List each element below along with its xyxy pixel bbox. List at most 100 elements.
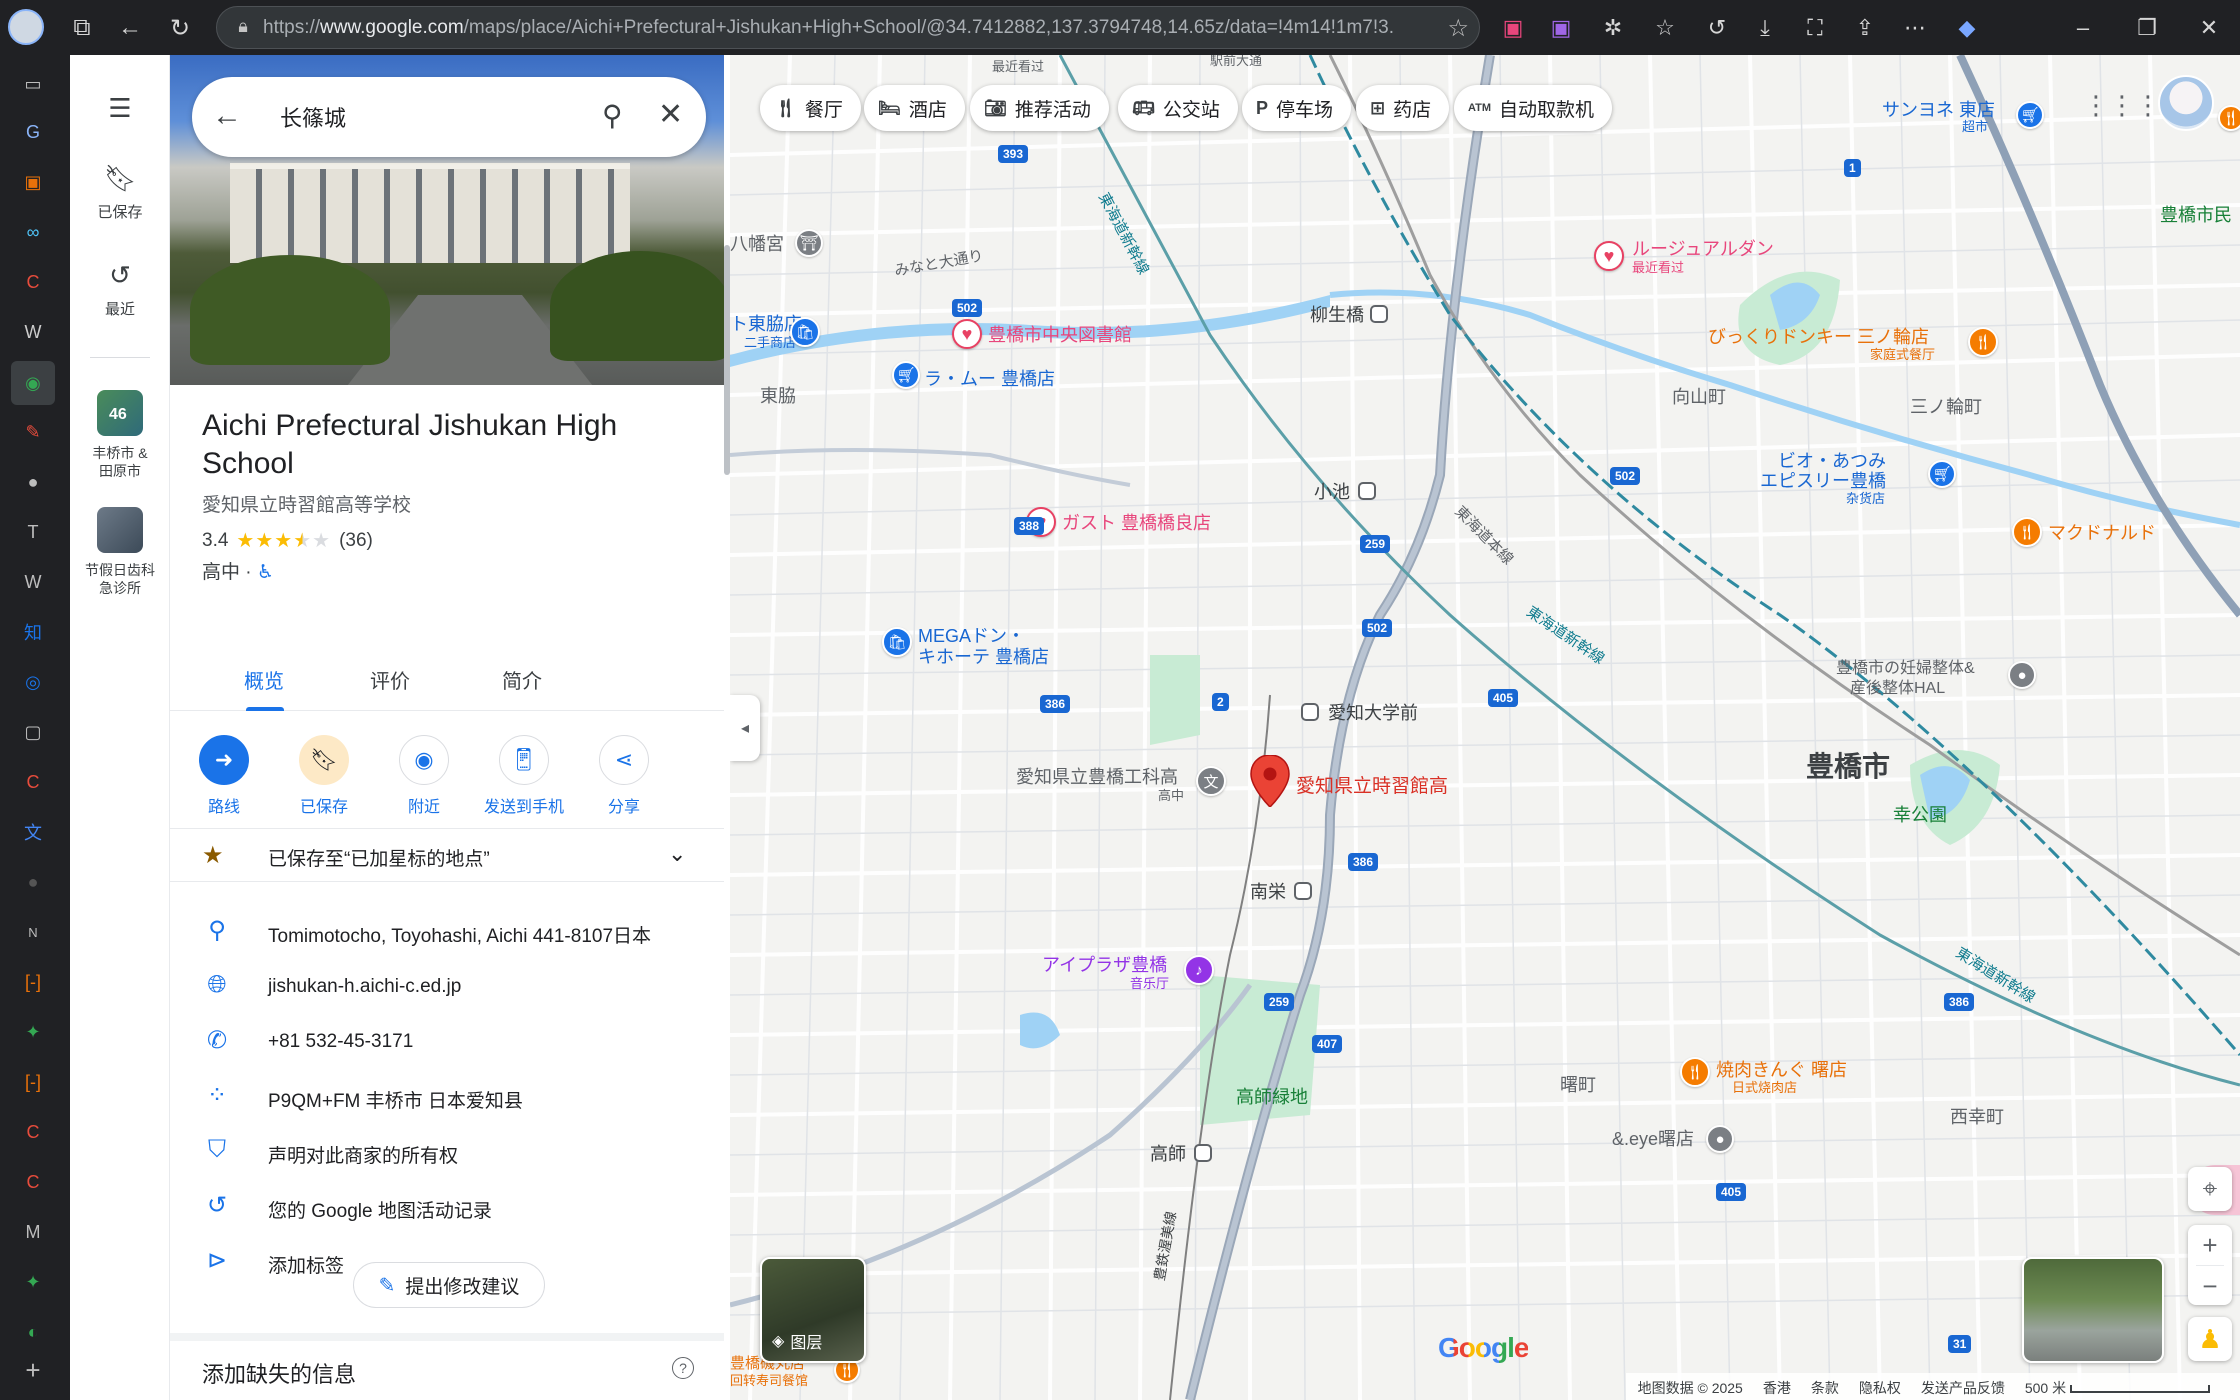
back-icon[interactable]: ←: [110, 8, 150, 48]
tab-favicon[interactable]: W: [18, 567, 48, 597]
selected-place-pin-icon[interactable]: [1250, 755, 1290, 807]
chip-restaurants[interactable]: 🍴︎ 餐厅: [760, 85, 861, 131]
translate-extension-icon[interactable]: ▣: [1494, 9, 1532, 47]
maximize-icon[interactable]: ❐: [2122, 8, 2172, 48]
privacy-link[interactable]: 隐私权: [1859, 1378, 1901, 1400]
saved-list-row[interactable]: ★ 已保存至“已加星标的地点” ⌄: [170, 828, 724, 882]
train-station-icon[interactable]: [1370, 305, 1388, 323]
shrine-icon[interactable]: ⛩︎: [795, 229, 823, 257]
train-station-icon[interactable]: [1358, 482, 1376, 500]
terms-link[interactable]: 条款: [1811, 1378, 1839, 1400]
chip-pharmacy[interactable]: ⊞ 药店: [1356, 85, 1450, 131]
address-bar[interactable]: 🔒︎ https://www.google.com/maps/place/Aic…: [216, 6, 1480, 49]
tab-favicon[interactable]: W: [18, 317, 48, 347]
restaurant-edge-icon[interactable]: 🍴︎: [2218, 105, 2240, 131]
recent-place-toyohashi[interactable]: 46 丰桥市 & 田原市: [70, 390, 170, 480]
close-window-icon[interactable]: ✕: [2184, 8, 2234, 48]
tab-favicon[interactable]: ◐: [18, 1317, 48, 1347]
map-label-mega-line1[interactable]: MEGAドン・: [918, 625, 1025, 647]
search-input[interactable]: [280, 101, 530, 133]
help-icon[interactable]: ?: [672, 1357, 694, 1379]
history-icon[interactable]: ↺: [1698, 9, 1736, 47]
restaurant-icon[interactable]: 🍴︎: [1680, 1057, 1710, 1087]
map-canvas[interactable]: ◂ 🍴︎ 餐厅 🛏︎ 酒店 📷︎ 推荐活动 🚌︎ 公交站 P 停车场 ⊞ 药店 ATM 自动取…: [730, 55, 2240, 1400]
map-label-city-hall[interactable]: 豊橋市民: [2160, 204, 2232, 226]
copilot-icon[interactable]: ◆: [1948, 9, 1986, 47]
search-icon[interactable]: ⚲: [602, 99, 623, 132]
claim-business-row[interactable]: ⛉ 声明对此商家的所有权: [170, 1124, 724, 1179]
map-label-mcd[interactable]: マクドナルド: [2048, 522, 2156, 544]
tab-favicon[interactable]: N: [18, 917, 48, 947]
tab-favicon-google[interactable]: G: [18, 117, 48, 147]
tab-overview[interactable]: 概览: [204, 665, 324, 694]
account-avatar[interactable]: [2158, 75, 2214, 131]
tab-favicon[interactable]: ●: [18, 467, 48, 497]
map-label-eye[interactable]: &.eye曙店: [1612, 1128, 1694, 1150]
collapse-panel-button[interactable]: ◂: [730, 695, 760, 761]
chip-hotels[interactable]: 🛏︎ 酒店: [864, 85, 965, 131]
refresh-icon[interactable]: ↻: [160, 8, 200, 48]
map-label-hachimangu[interactable]: 八幡宮: [730, 233, 784, 255]
train-station-icon[interactable]: [1194, 1144, 1212, 1162]
chip-atm[interactable]: ATM 自动取款机: [1454, 85, 1613, 131]
tab-favicon[interactable]: C: [18, 1167, 48, 1197]
map-label-bio-line1[interactable]: ビオ・あつみ: [1778, 450, 1886, 472]
website-row[interactable]: 🌐︎ jishukan-h.aichi-c.ed.jp: [170, 959, 724, 1014]
map-label-gusto[interactable]: ガスト 豊橋橋良店: [1062, 512, 1211, 534]
bookmark-star-icon[interactable]: ☆: [1447, 14, 1469, 43]
health-icon[interactable]: ●: [2008, 661, 2036, 689]
suggest-edit-button[interactable]: ✎ 提出修改建议: [353, 1262, 545, 1308]
train-station-icon[interactable]: [1294, 882, 1312, 900]
tab-favicon[interactable]: T: [18, 517, 48, 547]
shopping-cart-icon[interactable]: 🛒︎: [892, 361, 920, 389]
back-arrow-icon[interactable]: ←: [212, 99, 242, 133]
url-text[interactable]: https://www.google.com/maps/place/Aichi+…: [263, 17, 1393, 41]
site-info-icon[interactable]: 🔒︎: [231, 16, 255, 40]
extensions-icon[interactable]: ✲: [1594, 9, 1632, 47]
school-icon[interactable]: 文: [1196, 766, 1226, 796]
saved-button[interactable]: 🔖︎ 已保存: [70, 163, 170, 222]
pegman-icon[interactable]: ♟: [2188, 1317, 2232, 1361]
map-label-library[interactable]: 豊橋市中央図書館: [988, 324, 1132, 346]
chip-things-to-do[interactable]: 📷︎ 推荐活动: [970, 85, 1109, 131]
map-label-sanyone[interactable]: サンヨネ 東店: [1882, 99, 1995, 121]
close-icon[interactable]: ✕: [658, 97, 683, 132]
map-label-yanagiuhashi[interactable]: 柳生橋: [1310, 304, 1364, 326]
restaurant-icon[interactable]: 🍴︎: [1968, 327, 1998, 357]
onenote-extension-icon[interactable]: ▣: [1542, 9, 1580, 47]
map-label-aichidaigaku[interactable]: 愛知大学前: [1328, 702, 1418, 724]
tab-favicon[interactable]: ✎: [18, 417, 48, 447]
map-label-koike[interactable]: 小池: [1314, 481, 1350, 503]
zoom-out-button[interactable]: −: [2188, 1266, 2232, 1306]
my-location-button[interactable]: ⌖: [2188, 1167, 2232, 1211]
tab-favicon[interactable]: ▣: [18, 167, 48, 197]
music-venue-icon[interactable]: ♪: [1184, 955, 1214, 985]
map-label[interactable]: 最近看过: [992, 59, 1044, 75]
map-label-lamu[interactable]: ラ・ムー 豊橋店: [924, 368, 1055, 390]
new-tab-icon[interactable]: +: [18, 1355, 48, 1385]
tab-favicon[interactable]: ✦: [18, 1017, 48, 1047]
maps-activity-row[interactable]: ↺ 您的 Google 地图活动记录: [170, 1179, 724, 1234]
tab-favicon[interactable]: [-]: [18, 1067, 48, 1097]
map-label[interactable]: 駅前大通: [1210, 55, 1262, 69]
street-view-preview[interactable]: [2022, 1257, 2164, 1363]
google-apps-icon[interactable]: ⋮⋮⋮: [2083, 85, 2161, 125]
chip-parking[interactable]: P 停车场: [1242, 85, 1352, 131]
layers-button[interactable]: ◈ 图层: [760, 1257, 866, 1363]
map-label-saiwai-park[interactable]: 幸公園: [1893, 804, 1947, 826]
map-label-takashi[interactable]: 高師: [1150, 1143, 1186, 1165]
restaurant-icon[interactable]: 🍴︎: [2012, 517, 2042, 547]
address-row[interactable]: ⚲ Tomimotocho, Toyohashi, Aichi 441-8107…: [170, 904, 724, 959]
zoom-in-button[interactable]: +: [2188, 1225, 2232, 1265]
map-label-minamisakae[interactable]: 南栄: [1250, 881, 1286, 903]
menu-button[interactable]: ☰: [70, 93, 170, 131]
tab-favicon[interactable]: C: [18, 1117, 48, 1147]
saved-heart-icon[interactable]: ♥: [1594, 241, 1624, 271]
map-label-hal-line1[interactable]: 豊橋市の妊婦整体&: [1836, 658, 1975, 680]
chevron-down-icon[interactable]: ⌄: [668, 841, 686, 867]
minimize-icon[interactable]: –: [2058, 8, 2108, 48]
map-label-hal-line2[interactable]: 産後整体HAL: [1850, 678, 1945, 700]
map-label-takashi-ryokuchi[interactable]: 高師緑地: [1236, 1086, 1308, 1108]
recent-button[interactable]: ↺ 最近: [70, 260, 170, 319]
map-label-aiplaza[interactable]: アイプラザ豊橋: [1042, 954, 1167, 976]
